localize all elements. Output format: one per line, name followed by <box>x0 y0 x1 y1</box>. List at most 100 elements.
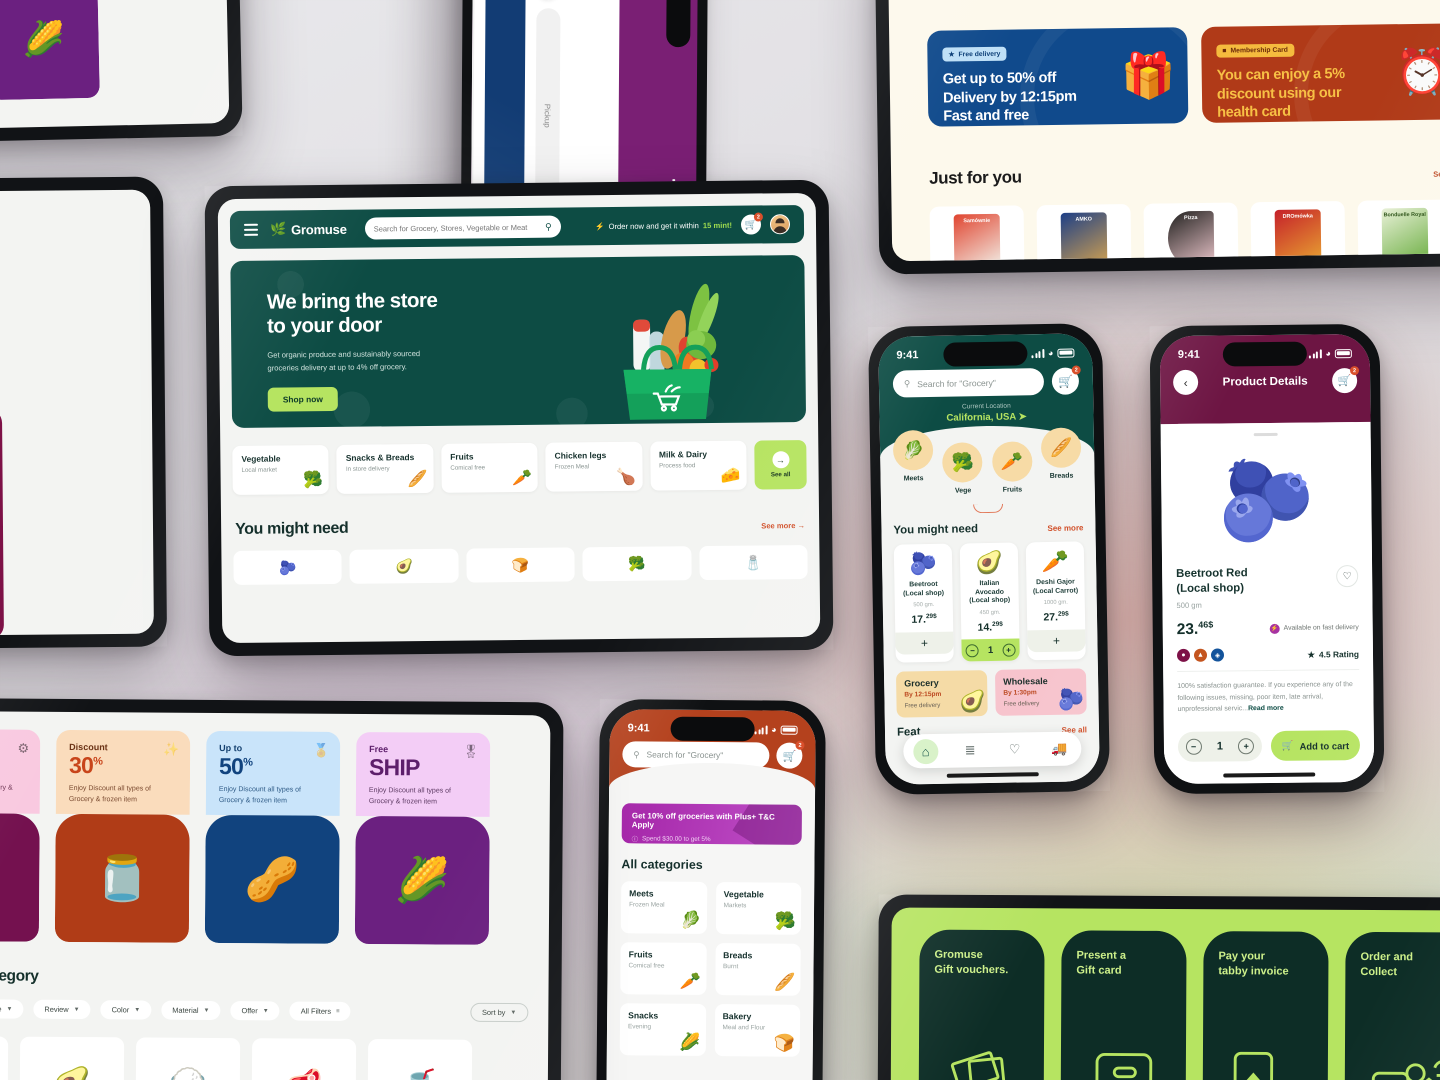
filter-offer[interactable]: Offer ▼ <box>230 1001 280 1021</box>
product-card[interactable]: 🍚 <box>135 1037 241 1080</box>
filter-price[interactable]: Price▼ <box>0 999 24 1019</box>
product-card-carrot[interactable]: 🥕 Deshi Gajor (Local Carrot) 1000 gm. 27… <box>1025 541 1086 661</box>
product-card[interactable]: 🥑 <box>349 548 459 584</box>
see-all-button[interactable]: → See all <box>754 439 807 490</box>
voucher-card-order-collect[interactable]: Order and Collect <box>1344 931 1440 1080</box>
status-icons: ◕ <box>1308 348 1352 358</box>
promo-card-freeship[interactable]: Free SHIP Enjoy Discount all types of Gr… <box>354 731 491 945</box>
chevron-left-icon[interactable]: ‹ <box>1173 369 1199 395</box>
category-card-meets[interactable]: Meets Frozen Meal 🥬 <box>620 881 707 934</box>
product-pack: Bonduelle Royal <box>1381 207 1429 262</box>
banner-free-delivery[interactable]: ★ Free delivery Get up to 50% off Delive… <box>927 27 1189 127</box>
product-card[interactable]: Pizza <box>1143 202 1239 262</box>
courier-illustration-card: 🧑‍🌾 <box>0 408 4 637</box>
category-card-milk-dairy[interactable]: Milk & Dairy Process food 🧀 <box>649 440 747 491</box>
category-card-chicken-legs[interactable]: Chicken legs Frozen Meal 🍗 <box>545 441 643 492</box>
voucher-card-gift-card[interactable]: Present a Gift card <box>1060 930 1187 1080</box>
cart-count-badge: 2 <box>1349 366 1360 376</box>
promo-card-upto[interactable]: Up to 50% Enjoy Discount all types of Gr… <box>204 730 341 944</box>
product-card[interactable]: DROmówka <box>1250 200 1346 262</box>
category-card-snacks[interactable]: Snacks Evening 🌽 <box>619 1003 706 1056</box>
quantity-stepper[interactable]: − 1 + <box>1177 731 1263 762</box>
truck-icon[interactable]: 🚚 <box>1046 736 1071 761</box>
quantity-stepper[interactable]: − 1 + <box>961 638 1020 662</box>
product-card[interactable]: Samównie <box>929 205 1025 262</box>
category-title: Chicken legs <box>554 450 607 461</box>
swatch-maroon[interactable]: ● <box>1176 649 1191 663</box>
product-card[interactable]: 🥑 <box>19 1036 125 1080</box>
voucher-card-gift-vouchers[interactable]: Gromuse Gift vouchers. <box>918 929 1045 1080</box>
promo-product-image: 🌾 <box>0 812 40 942</box>
category-card-vegetable[interactable]: Vegetable Markets 🥦 <box>715 882 802 935</box>
current-location[interactable]: Current Location California, USA ➤ <box>879 401 1093 425</box>
search-input[interactable]: ⚲ <box>364 215 561 240</box>
product-hero-image: 🫐 <box>1217 455 1316 545</box>
cart-icon[interactable]: 🛒 2 <box>1332 366 1360 394</box>
heart-icon[interactable]: ♡ <box>1002 737 1027 762</box>
category-card-fruits[interactable]: Fruits Comical free 🥕 <box>441 442 538 493</box>
product-card[interactable]: AMKO <box>1036 203 1132 262</box>
category-card-vegetable[interactable]: Vegetable Local market 🥦 <box>232 444 330 496</box>
see-more-link[interactable]: See more → <box>1433 169 1440 178</box>
product-card-beetroot[interactable]: 🫐 Beetroot (Local shop) 500 gm. 17.29$ + <box>893 543 954 664</box>
product-card[interactable]: Bonduelle Royal <box>1357 199 1440 262</box>
promo-card-save[interactable]: ve 29 oy Discount all types of cery & fr… <box>0 728 41 942</box>
promo-mini-card[interactable]: Grocery & frozen item 🌽 <box>0 0 100 101</box>
home-icon[interactable]: ⌂ <box>912 738 939 764</box>
filter-review[interactable]: Review ▼ <box>33 999 91 1020</box>
category-card-snacks-breads[interactable]: Snacks & Breads In store delivery 🥖 <box>336 443 434 494</box>
filter-all-filters[interactable]: All Filters ≡ <box>289 1001 351 1021</box>
cart-icon[interactable]: 🛒 2 <box>740 212 763 235</box>
banner-membership-card[interactable]: ■ Membership Card You can enjoy a 5% dis… <box>1201 23 1440 123</box>
search-input[interactable]: ⚲ Search for "Grocery" <box>892 368 1045 398</box>
add-to-cart-button[interactable]: + <box>1027 629 1086 653</box>
category-card-fruits[interactable]: Fruits Comical free 🥕 <box>620 942 707 995</box>
promo-banner[interactable]: Get 10% off groceries with Plus+ T&C App… <box>621 803 802 845</box>
user-avatar[interactable] <box>769 214 791 235</box>
category-vege[interactable]: 🥦 Vege <box>941 442 984 495</box>
product-card[interactable]: 🫐 <box>233 549 343 585</box>
category-card-breads[interactable]: Breads Burnt 🥖 <box>714 943 801 996</box>
sort-by-dropdown[interactable]: Sort by ▼ <box>469 1002 529 1023</box>
voucher-card-tabby-invoice[interactable]: Pay your tabby invoice <box>1202 931 1329 1080</box>
banner-wholesale[interactable]: Wholesale By 1:30pm Free delivery 🫐 <box>994 668 1087 717</box>
see-more-link[interactable]: See more <box>1047 523 1083 533</box>
minus-icon[interactable]: − <box>1185 738 1202 755</box>
category-fruits[interactable]: 🥕 Fruits <box>991 441 1034 494</box>
product-card[interactable]: 🥩 <box>251 1038 357 1080</box>
brand-logo[interactable]: 🌿 Gromuse <box>270 221 347 238</box>
order-collect-icon <box>1344 1048 1440 1080</box>
add-to-cart-button[interactable]: 🛒 Add to cart <box>1270 730 1361 761</box>
product-card[interactable]: 🥤 <box>367 1039 473 1080</box>
shop-now-button[interactable]: Shop now <box>267 386 338 412</box>
plus-icon[interactable]: + <box>1001 643 1016 657</box>
product-pack: Samównie <box>953 213 1001 262</box>
promo-product-image: 🫙 <box>54 813 190 943</box>
cart-icon[interactable]: 🛒 2 <box>776 740 805 769</box>
filter-color[interactable]: Color ▼ <box>100 1000 152 1020</box>
hamburger-icon[interactable] <box>243 224 259 236</box>
filter-material[interactable]: Material ▼ <box>161 1000 221 1021</box>
swatch-orange[interactable]: ▲ <box>1193 648 1208 663</box>
search-field[interactable] <box>373 222 540 234</box>
read-more-link[interactable]: Read more <box>1248 705 1284 712</box>
product-card[interactable]: 🍞 <box>466 547 575 583</box>
category-card-bakery[interactable]: Bakery Meal and Flour 🍞 <box>714 1004 801 1057</box>
add-to-cart-button[interactable]: + <box>895 631 954 655</box>
product-card-avocado[interactable]: 🥑 Italian Avocado (Local shop) 450 gm. 1… <box>959 542 1020 662</box>
product-card[interactable]: 🫐 <box>0 1035 9 1080</box>
heart-outline-icon[interactable]: ♡ <box>1336 565 1359 588</box>
promo-card-discount[interactable]: Discount 30% Enjoy Discount all types of… <box>54 729 191 943</box>
category-meets[interactable]: 🥬 Meets <box>892 429 935 496</box>
banner-grocery[interactable]: Grocery By 12:15pm Free delivery 🥑 <box>895 670 988 719</box>
search-icon[interactable]: ⚲ <box>545 221 552 232</box>
list-icon[interactable]: ≣ <box>957 738 982 763</box>
see-more-link[interactable]: See more → <box>761 521 805 530</box>
category-breads[interactable]: 🥖 Breads <box>1040 427 1083 493</box>
plus-icon[interactable]: + <box>1238 738 1255 755</box>
product-card[interactable]: 🧂 <box>698 544 808 581</box>
swatch-blue[interactable]: ◈ <box>1210 648 1225 662</box>
cart-icon[interactable]: 🛒 2 <box>1051 365 1081 395</box>
minus-icon[interactable]: − <box>965 644 980 658</box>
product-card[interactable]: 🥦 <box>582 546 692 582</box>
